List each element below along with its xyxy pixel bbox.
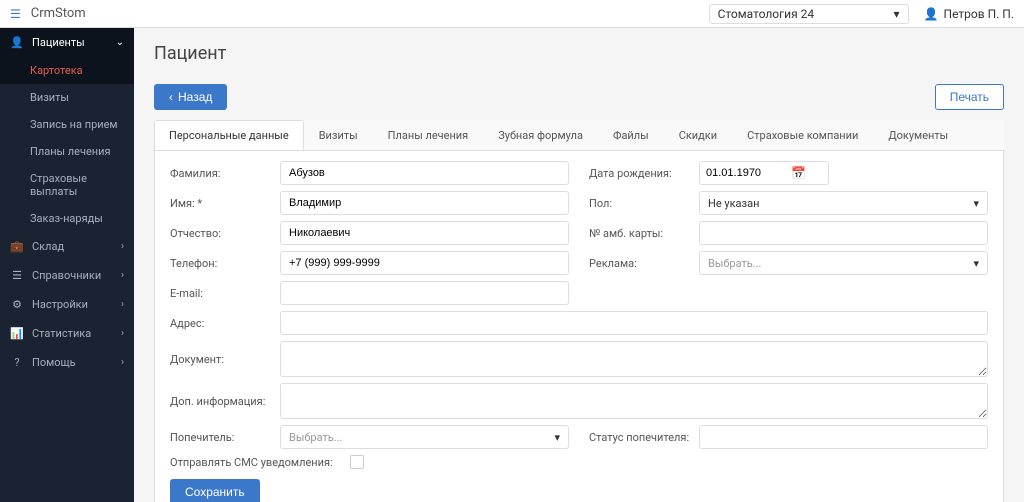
- content: Пациент ‹ Назад Печать Персональные данн…: [134, 28, 1024, 502]
- label-sms: Отправлять СМС уведомления:: [170, 456, 350, 469]
- label-birthdate: Дата рождения:: [589, 167, 699, 180]
- address-input[interactable]: [280, 311, 988, 335]
- back-button[interactable]: ‹ Назад: [154, 84, 227, 110]
- calendar-icon: 📅: [791, 166, 806, 180]
- chevron-right-icon: ›: [121, 357, 124, 368]
- app-title: CrmStom: [31, 6, 709, 21]
- tab-dental[interactable]: Зубная формула: [483, 120, 598, 150]
- sidebar-item-stats[interactable]: 📊 Статистика ›: [0, 319, 134, 348]
- gender-select[interactable]: Не указан ▾: [699, 191, 988, 215]
- tab-discounts[interactable]: Скидки: [664, 120, 732, 150]
- sidebar-item-settings[interactable]: ⚙ Настройки ›: [0, 290, 134, 319]
- sidebar-sub-orders[interactable]: Заказ-наряды: [0, 205, 134, 232]
- chevron-right-icon: ›: [121, 328, 124, 339]
- briefcase-icon: 💼: [10, 240, 24, 253]
- list-icon: ☰: [10, 269, 24, 282]
- save-button[interactable]: Сохранить: [170, 479, 260, 502]
- gear-icon: ⚙: [10, 298, 24, 311]
- sidebar-sub-insurance[interactable]: Страховые выплаты: [0, 165, 134, 205]
- user-icon: 👤: [10, 36, 24, 49]
- sms-checkbox[interactable]: [350, 455, 364, 469]
- help-icon: ?: [10, 356, 24, 369]
- label-document: Документ:: [170, 353, 280, 366]
- label-addinfo: Доп. информация:: [170, 395, 280, 408]
- sidebar-sub-plans[interactable]: Планы лечения: [0, 138, 134, 165]
- ads-placeholder: Выбрать...: [708, 257, 761, 270]
- user-block[interactable]: 👤 Петров П. П.: [924, 7, 1014, 21]
- sidebar-label: Помощь: [32, 356, 76, 369]
- tab-files[interactable]: Файлы: [598, 120, 664, 150]
- chevron-left-icon: ‹: [169, 90, 173, 104]
- label-gender: Пол:: [589, 197, 699, 210]
- patronymic-input[interactable]: [280, 221, 569, 245]
- label-firstname: Имя: *: [170, 197, 280, 210]
- birthdate-field[interactable]: [706, 167, 786, 179]
- sidebar-label: Статистика: [32, 327, 91, 340]
- tabs: Персональные данные Визиты Планы лечения…: [154, 120, 1004, 151]
- cardnum-input[interactable]: [699, 221, 988, 245]
- tab-insurance[interactable]: Страховые компании: [732, 120, 873, 150]
- label-lastname: Фамилия:: [170, 167, 280, 180]
- chevron-down-icon: ⌄: [116, 37, 124, 48]
- label-address: Адрес:: [170, 317, 280, 330]
- page-title: Пациент: [154, 43, 1004, 64]
- firstname-input[interactable]: [280, 191, 569, 215]
- label-guardian: Попечитель:: [170, 431, 280, 444]
- clinic-select[interactable]: Стоматология 24 ▾: [709, 4, 909, 24]
- birthdate-input[interactable]: 📅: [699, 161, 829, 185]
- sidebar-sub-cardfile[interactable]: Картотека: [0, 57, 134, 84]
- document-input[interactable]: [280, 341, 988, 377]
- chevron-right-icon: ›: [121, 299, 124, 310]
- email-input[interactable]: [280, 281, 569, 305]
- sidebar-label: Справочники: [32, 269, 101, 282]
- sidebar-item-patients[interactable]: 👤 Пациенты ⌄: [0, 28, 134, 57]
- clinic-name: Стоматология 24: [718, 7, 815, 21]
- caret-down-icon: ▾: [554, 431, 560, 444]
- ads-select[interactable]: Выбрать... ▾: [699, 251, 988, 275]
- guardian-placeholder: Выбрать...: [289, 431, 342, 444]
- tab-personal[interactable]: Персональные данные: [154, 120, 304, 150]
- caret-down-icon: ▾: [894, 7, 900, 21]
- chevron-right-icon: ›: [121, 241, 124, 252]
- tab-docs[interactable]: Документы: [873, 120, 963, 150]
- gender-value: Не указан: [708, 197, 759, 210]
- label-email: E-mail:: [170, 287, 280, 300]
- caret-down-icon: ▾: [973, 257, 979, 270]
- label-ads: Реклама:: [589, 257, 699, 270]
- sidebar: 👤 Пациенты ⌄ Картотека Визиты Запись на …: [0, 28, 134, 502]
- label-cardnum: № амб. карты:: [589, 227, 699, 240]
- label-patronymic: Отчество:: [170, 227, 280, 240]
- sidebar-item-help[interactable]: ? Помощь ›: [0, 348, 134, 377]
- sidebar-label: Настройки: [32, 298, 88, 311]
- tab-plans[interactable]: Планы лечения: [373, 120, 484, 150]
- tab-visits[interactable]: Визиты: [304, 120, 373, 150]
- sidebar-sub-appointment[interactable]: Запись на прием: [0, 111, 134, 138]
- guardian-status-input[interactable]: [699, 425, 988, 449]
- chart-icon: 📊: [10, 327, 24, 340]
- label-phone: Телефон:: [170, 257, 280, 270]
- sidebar-item-warehouse[interactable]: 💼 Склад ›: [0, 232, 134, 261]
- phone-input[interactable]: [280, 251, 569, 275]
- sidebar-label: Пациенты: [32, 36, 85, 49]
- label-guardian-status: Статус попечителя:: [589, 431, 699, 444]
- caret-down-icon: ▾: [973, 197, 979, 210]
- sidebar-item-references[interactable]: ☰ Справочники ›: [0, 261, 134, 290]
- user-name: Петров П. П.: [944, 7, 1014, 21]
- form-panel: Фамилия: Дата рождения: 📅 Имя: *: [154, 151, 1004, 502]
- print-button[interactable]: Печать: [935, 84, 1004, 110]
- back-label: Назад: [178, 90, 212, 104]
- lastname-input[interactable]: [280, 161, 569, 185]
- chevron-right-icon: ›: [121, 270, 124, 281]
- sidebar-sub-visits[interactable]: Визиты: [0, 84, 134, 111]
- sidebar-label: Склад: [32, 240, 64, 253]
- menu-icon[interactable]: ☰: [10, 7, 21, 21]
- addinfo-input[interactable]: [280, 383, 988, 419]
- user-icon: 👤: [924, 7, 939, 21]
- guardian-select[interactable]: Выбрать... ▾: [280, 425, 569, 449]
